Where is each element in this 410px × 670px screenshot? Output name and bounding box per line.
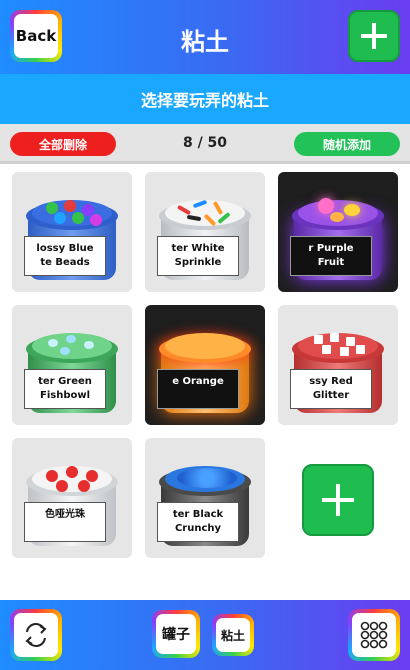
slime-card[interactable]: ssy Red Glitter bbox=[278, 305, 398, 425]
jar-tab-button[interactable]: 罐子 bbox=[152, 610, 200, 658]
slime-card[interactable]: ter Black Crunchy bbox=[145, 438, 265, 558]
slime-label: e Orange bbox=[157, 369, 239, 409]
add-button[interactable] bbox=[348, 10, 400, 62]
slime-label: ter White Sprinkle bbox=[157, 236, 239, 276]
grid-dots-icon bbox=[360, 621, 388, 649]
slime-tab-button[interactable]: 粘土 bbox=[212, 614, 254, 656]
jar-icon: lossy Blue te Beads bbox=[24, 188, 120, 284]
slime-card[interactable]: ter Green Fishbowl bbox=[12, 305, 132, 425]
instruction-bar: 选择要玩弄的粘土 bbox=[0, 74, 410, 124]
jar-icon: ter Black Crunchy bbox=[157, 454, 253, 550]
slime-card[interactable]: 色哑光珠 bbox=[12, 438, 132, 558]
bottom-bar: 罐子 粘土 bbox=[0, 600, 410, 670]
action-row: 全部删除 8 / 50 随机添加 bbox=[0, 124, 410, 164]
slime-label: ter Green Fishbowl bbox=[24, 369, 106, 409]
slime-label: r Purple Fruit bbox=[290, 236, 372, 276]
jar-icon: ter White Sprinkle bbox=[157, 188, 253, 284]
plus-icon bbox=[361, 23, 387, 49]
jar-icon: e Orange bbox=[157, 321, 253, 417]
instruction-text: 选择要玩弄的粘土 bbox=[140, 91, 269, 110]
slime-card[interactable]: e Orange bbox=[145, 305, 265, 425]
add-slime-button[interactable] bbox=[302, 464, 374, 536]
jar-icon: ssy Red Glitter bbox=[290, 321, 386, 417]
refresh-icon bbox=[25, 623, 47, 647]
top-bar: Back 粘土 bbox=[0, 0, 410, 74]
jar-icon: 色哑光珠 bbox=[24, 454, 120, 550]
slime-card[interactable]: r Purple Fruit bbox=[278, 172, 398, 292]
jar-icon: r Purple Fruit bbox=[290, 188, 386, 284]
slime-card[interactable]: lossy Blue te Beads bbox=[12, 172, 132, 292]
jar-tab-label: 罐子 bbox=[156, 614, 196, 654]
plus-icon bbox=[322, 484, 354, 516]
slime-label: lossy Blue te Beads bbox=[24, 236, 106, 276]
jar-icon: ter Green Fishbowl bbox=[24, 321, 120, 417]
slime-label: ssy Red Glitter bbox=[290, 369, 372, 409]
slime-tab-label: 粘土 bbox=[216, 618, 250, 652]
random-add-button[interactable]: 随机添加 bbox=[294, 132, 400, 156]
slime-label: 色哑光珠 bbox=[24, 502, 106, 542]
app-screen: Back 粘土 选择要玩弄的粘土 全部删除 8 / 50 随机添加 lossy … bbox=[0, 0, 410, 670]
refresh-button[interactable] bbox=[10, 609, 62, 661]
grid-menu-button[interactable] bbox=[348, 609, 400, 661]
slime-label: ter Black Crunchy bbox=[157, 502, 239, 542]
slime-card[interactable]: ter White Sprinkle bbox=[145, 172, 265, 292]
